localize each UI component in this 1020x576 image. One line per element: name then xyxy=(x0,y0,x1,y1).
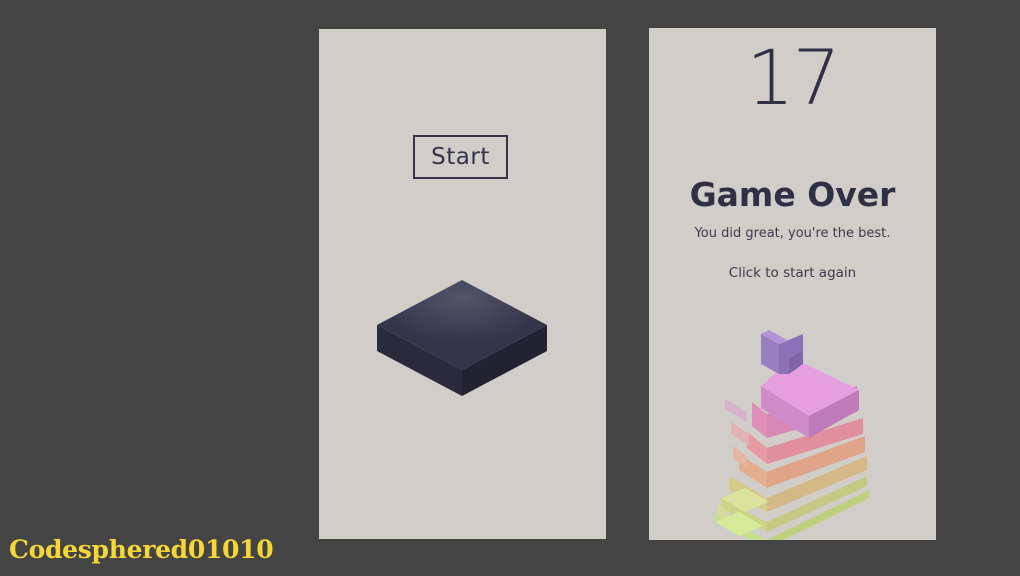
watermark: Codesphered01010 xyxy=(9,535,274,564)
start-screen-panel[interactable]: Start xyxy=(319,29,606,539)
block-tower xyxy=(715,330,869,540)
base-block xyxy=(377,280,547,396)
game-over-panel[interactable]: 17 Game Over You did great, you're the b… xyxy=(649,28,936,540)
